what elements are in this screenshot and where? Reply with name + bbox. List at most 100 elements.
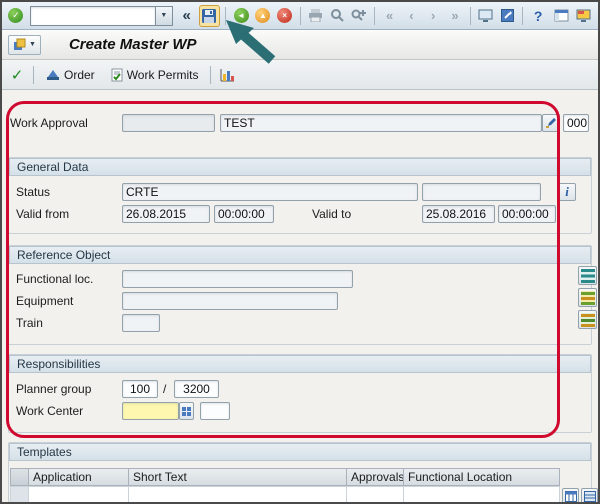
column-header-short-text[interactable]: Short Text [128,468,347,486]
sap-window: ✓ ▼ « ◄ ▲ × [0,0,600,504]
cancel-button[interactable]: × [275,5,295,27]
valid-from-label: Valid from [16,207,69,221]
planner-group-separator: / [163,382,166,396]
new-session-button[interactable] [476,5,496,27]
object-services-button[interactable]: ▼ [8,35,41,55]
functional-loc-label: Functional loc. [16,272,93,286]
customize-icon [576,9,591,23]
order-button-label: Order [64,68,95,82]
table-cell[interactable] [28,486,129,504]
last-page-button[interactable]: » [445,5,465,27]
create-shortcut-button[interactable] [498,5,518,27]
column-header-functional-location[interactable]: Functional Location [403,468,560,486]
help-icon: ? [534,8,543,24]
customize-local-layout-button[interactable] [572,5,594,27]
help-button[interactable]: ? [528,5,548,27]
toolbar-separator [210,66,211,84]
previous-page-button[interactable]: ‹ [402,5,422,27]
new-session-icon [478,9,493,23]
train-label: Train [16,316,43,330]
work-center-plant-field[interactable] [200,402,230,420]
first-page-icon: « [386,8,393,23]
work-permits-button-label: Work Permits [127,68,199,82]
exit-button[interactable]: ▲ [253,5,273,27]
general-data-header: General Data [9,158,591,176]
toolbar-separator [300,7,301,25]
valid-to-label: Valid to [312,207,351,221]
work-approval-text-field[interactable]: TEST [220,114,542,132]
save-icon [201,8,217,24]
graphic-button[interactable] [216,64,238,86]
exit-icon: ▲ [255,8,270,23]
structure-list-button[interactable] [578,266,597,285]
next-page-button[interactable]: › [423,5,443,27]
valid-from-time-field[interactable]: 00:00:00 [214,205,274,223]
work-center-field[interactable] [122,402,179,420]
find-next-button[interactable] [349,5,369,27]
column-header-application[interactable]: Application [28,468,129,486]
equipment-field[interactable] [122,292,338,310]
command-field: ▼ [30,6,173,26]
work-approval-id-field[interactable] [122,114,215,132]
find-button[interactable] [327,5,347,27]
hide-command-field-button[interactable]: « [177,5,197,27]
table-variant-button[interactable] [581,488,598,504]
enter-icon: ✓ [8,8,23,23]
valid-to-date-field[interactable]: 25.08.2016 [422,205,495,223]
bar-chart-icon [220,68,235,82]
title-bar: ▼ Create Master WP [2,30,598,60]
row-selector-cell[interactable] [10,486,29,504]
order-icon [46,68,60,81]
print-button[interactable] [306,5,326,27]
work-center-matchcode-button[interactable] [179,402,194,420]
first-page-button[interactable]: « [380,5,400,27]
column-header-approvals[interactable]: Approvals [346,468,404,486]
chevron-down-icon: ▼ [160,12,167,19]
equipment-label: Equipment [16,294,73,308]
layout-icon [554,9,569,22]
next-page-icon: › [431,8,435,23]
toolbar-separator [522,7,523,25]
command-history-dropdown[interactable]: ▼ [156,6,173,26]
back-button[interactable]: ◄ [231,5,251,27]
work-approval-counter-field[interactable]: 000 [563,114,589,132]
command-input[interactable] [30,6,156,26]
table-settings-button[interactable] [562,488,579,504]
table-cell[interactable] [346,486,404,504]
work-permits-icon [111,68,123,82]
status-extra-field[interactable] [422,183,541,201]
order-button[interactable]: Order [39,64,102,86]
status-field[interactable]: CRTE [122,183,418,201]
object-worklist-button[interactable] [578,288,597,307]
save-button[interactable] [199,5,221,27]
gui-layout-button[interactable] [550,5,572,27]
page-title: Create Master WP [69,36,197,53]
status-info-button[interactable]: i [558,183,576,201]
edit-pencil-icon [545,117,557,129]
responsibilities-header: Responsibilities [9,355,591,373]
hierarchy-list-icon [581,313,595,327]
functional-loc-field[interactable] [122,270,353,288]
table-corner-cell[interactable] [10,468,29,486]
table-grid-icon [565,491,577,502]
shortcut-icon [501,9,514,22]
continue-button[interactable]: ✓ [6,64,28,86]
enter-button[interactable]: ✓ [6,5,26,27]
work-permits-button[interactable]: Work Permits [104,64,206,86]
display-change-button[interactable] [542,114,560,132]
valid-from-date-field[interactable]: 26.08.2015 [122,205,210,223]
standard-toolbar: ✓ ▼ « ◄ ▲ × [2,2,598,30]
object-services-icon [13,38,26,51]
planning-plant-field[interactable]: 3200 [174,380,219,398]
table-cell[interactable] [403,486,560,504]
previous-page-icon: ‹ [409,8,413,23]
table-cell[interactable] [128,486,347,504]
last-page-icon: » [451,8,458,23]
collapse-icon: « [183,7,191,24]
train-field[interactable] [122,314,160,332]
planner-group-field[interactable]: 100 [122,380,158,398]
reference-object-header: Reference Object [9,246,591,264]
confirm-check-icon: ✓ [11,66,24,84]
hierarchy-list-button[interactable] [578,310,597,329]
valid-to-time-field[interactable]: 00:00:00 [498,205,556,223]
